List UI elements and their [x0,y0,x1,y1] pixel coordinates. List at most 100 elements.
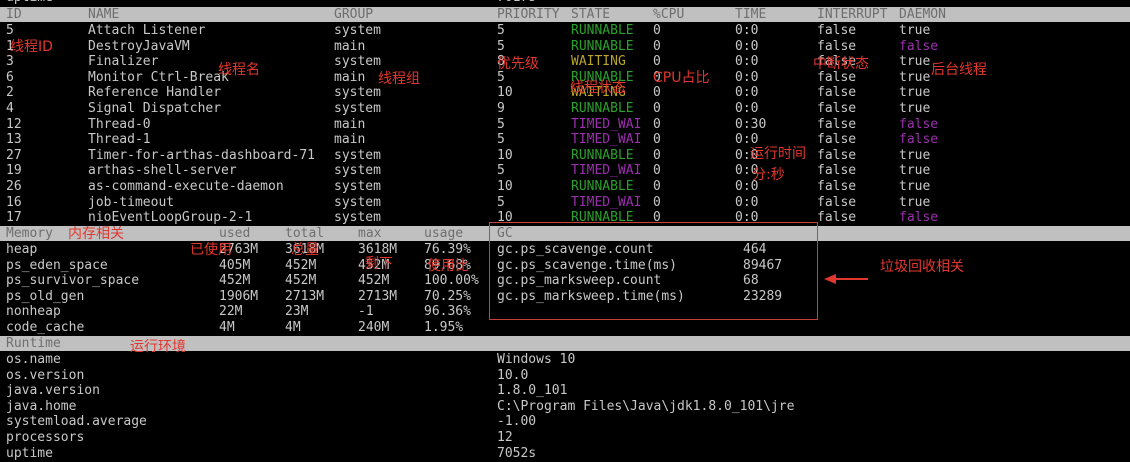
runtime-name: processors [6,430,85,445]
thread-priority: 5 [497,38,505,54]
thread-daemon: false [899,38,939,54]
thread-interrupt: false [817,194,857,210]
thread-name: nioEventLoopGroup-2-1 [88,210,253,226]
thread-daemon: false [899,210,939,226]
thread-daemon: true [899,194,931,210]
annotation-minute-second: 分:秒 [752,167,785,183]
col-id: ID [6,7,22,22]
annotation-thread-id: 线程ID [10,39,53,55]
table-row: heap 2763M 3618M 3618M 76.39% [0,242,480,258]
thread-group: system [334,210,381,226]
runtime-name: os.version [6,367,85,383]
mem-name: heap [6,242,38,257]
annotation-remaining: 剩下 [365,256,393,272]
thread-state: TIMED_WAI [571,194,642,210]
thread-cpu: 0 [653,132,661,148]
mem-max: 2713M [358,288,398,304]
mem-name: ps_survivor_space [6,273,140,289]
col-state: STATE [571,7,611,22]
thread-name: Signal Dispatcher [88,101,222,116]
thread-id: 5 [6,23,14,38]
mem-usage: 96.36% [424,304,471,320]
thread-id: 2 [6,85,14,101]
mem-name: ps_old_gen [6,288,85,304]
table-row: java.home C:\Program Files\Java\jdk1.8.0… [0,399,1130,415]
thread-state: TIMED_WAI [571,163,642,179]
thread-priority: 5 [497,69,505,85]
mem-total: 452M [285,273,317,289]
thread-name: job-timeout [88,194,175,210]
col-group: GROUP [334,7,374,22]
runtime-value: -1.00 [497,414,537,430]
table-row: ps_survivor_space 452M 452M 452M 100.00% [0,273,480,289]
thread-group: system [334,54,381,70]
table-row: ps_eden_space 405M 452M 452M 89.68% [0,258,480,274]
thread-cpu: 0 [653,163,661,179]
runtime-value: C:\Program Files\Java\jdk1.8.0_101\jre [497,398,795,414]
runtime-name: java.version [6,383,100,399]
thread-cpu: 0 [653,85,661,101]
annotation-cpu-ratio: CPU占比 [653,70,710,86]
thread-interrupt: false [817,101,857,116]
mem-col-max: max [358,226,382,241]
annotation-gc-related: 垃圾回收相关 [880,259,964,275]
table-row: processors 12 [0,430,1130,446]
thread-cpu: 0 [653,179,661,194]
thread-state: RUNNABLE [571,38,634,54]
table-row: 13 Thread-1 main 5 TIMED_WAI 0 0:0 false… [0,132,1130,148]
thread-time: 0:0 [735,101,759,116]
thread-interrupt: false [817,116,857,132]
mem-col-used: used [219,226,251,241]
annotation-daemon-thread: 后台线程 [931,62,987,78]
thread-id: 12 [6,116,22,132]
col-time: TIME [735,7,767,22]
thread-daemon: true [899,163,931,179]
mem-max: -1 [358,304,374,320]
thread-group: system [334,194,381,210]
thread-priority: 10 [497,85,513,101]
thread-state: RUNNABLE [571,23,634,38]
top-cut-label: uptime [6,0,53,6]
thread-daemon: true [899,23,931,38]
thread-time: 0:0 [735,69,759,85]
thread-priority: 9 [497,101,505,116]
thread-daemon: true [899,101,931,116]
thread-name: Finalizer [88,54,159,70]
table-row: 4 Signal Dispatcher system 9 RUNNABLE 0 … [0,101,1130,117]
thread-cpu: 0 [653,101,661,116]
thread-cpu: 0 [653,38,661,54]
table-row: systemload.average -1.00 [0,414,1130,430]
thread-priority: 5 [497,116,505,132]
thread-id: 17 [6,210,22,226]
thread-time: 0:0 [735,23,759,38]
thread-name: Attach Listener [88,23,206,38]
thread-id: 26 [6,179,22,194]
thread-state: RUNNABLE [571,147,634,163]
runtime-value: 12 [497,430,513,445]
runtime-value: Windows 10 [497,352,576,367]
annotation-priority: 优先级 [497,56,539,72]
mem-used: 22M [219,304,243,320]
annotation-run-time: 运行时间 [750,146,806,162]
annotation-thread-name: 线程名 [218,62,260,78]
col-cpu: %CPU [653,7,685,22]
mem-usage: 76.39% [424,242,471,257]
thread-name: Monitor Ctrl-Break [88,69,229,85]
thread-name: Reference Handler [88,85,222,101]
thread-state: RUNNABLE [571,179,634,194]
mem-total: 452M [285,257,317,273]
mem-name: code_cache [6,320,85,335]
runtime-value: 10.0 [497,367,529,383]
thread-id: 16 [6,194,22,210]
thread-id: 3 [6,54,14,70]
mem-used: 4M [219,320,235,335]
thread-interrupt: false [817,69,857,85]
thread-time: 0:0 [735,194,759,210]
table-row: nonheap 22M 23M -1 96.36% [0,304,480,320]
thread-name: Timer-for-arthas-dashboard-71 [88,147,315,163]
mem-used: 405M [219,257,251,273]
thread-group: system [334,101,381,116]
thread-priority: 5 [497,23,505,38]
table-row: java.version 1.8.0_101 [0,383,1130,399]
thread-time: 0:30 [735,116,767,132]
